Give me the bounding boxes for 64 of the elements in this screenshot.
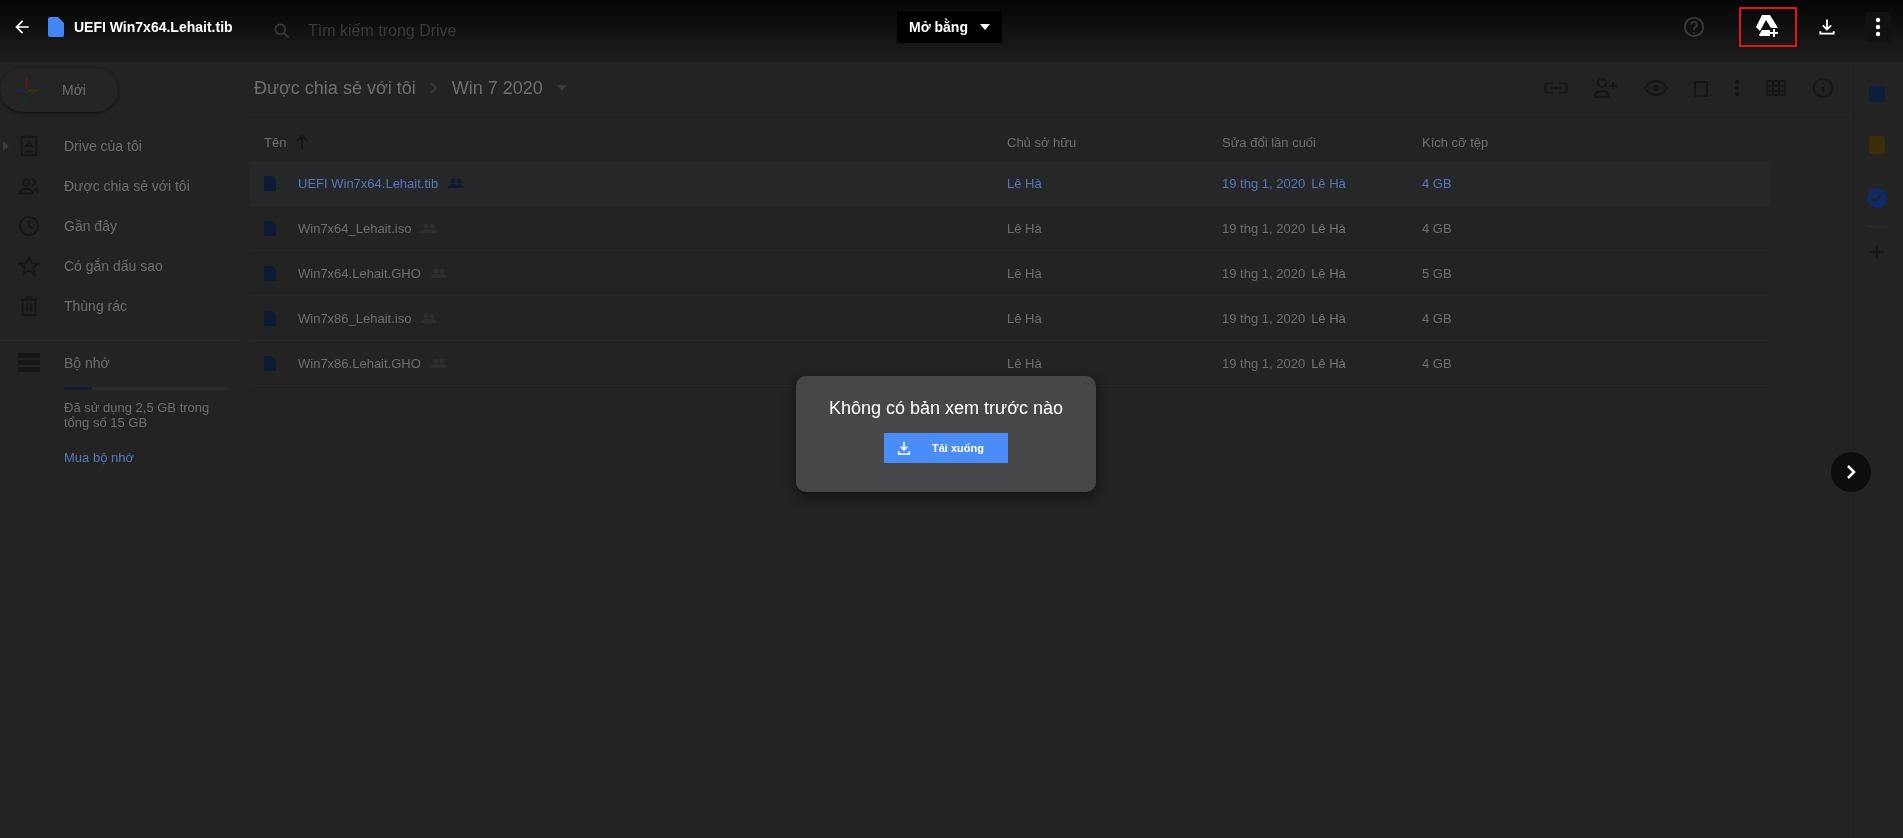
storage-label: Bộ nhớ: [64, 355, 110, 371]
modified-date-cell: 19 thg 1, 2020: [1222, 310, 1306, 326]
shared-icon: [448, 178, 465, 188]
open-with-button[interactable]: Mở bằng: [897, 11, 1002, 43]
current-folder[interactable]: Win 7 2020: [451, 77, 543, 99]
owner-cell: Lê Hà: [1007, 175, 1042, 191]
modified-by-cell: Lê Hà: [1311, 220, 1346, 236]
file-row[interactable]: Win7x64.Lehait.GHO Lê Hà 19 thg 1, 2020 Lê Hà 5 GB: [250, 251, 1770, 296]
size-cell: 4 GB: [1422, 355, 1452, 371]
file-name-cell: Win7x86_Lehait.iso: [298, 310, 412, 326]
plus-icon: [14, 78, 38, 102]
owner-cell: Lê Hà: [1007, 220, 1042, 236]
sidebar-item[interactable]: Có gắn dấu sao: [0, 246, 240, 286]
no-preview-message: Không có bản xem trước nào: [829, 398, 1063, 419]
check-circle-icon[interactable]: [1867, 188, 1887, 208]
caret-icon: [979, 24, 990, 30]
file-row[interactable]: Win7x64_Lehait.iso Lê Hà 19 thg 1, 2020 Lê Hà 4 GB: [250, 206, 1770, 251]
download-icon: [896, 440, 912, 456]
modified-date-cell: 19 thg 1, 2020: [1222, 265, 1306, 281]
column-header: Sửa đổi lần cuối: [1222, 134, 1316, 150]
file-name-cell: Win7x64_Lehait.iso: [298, 220, 412, 236]
modified-date-cell: 19 thg 1, 2020: [1222, 175, 1306, 191]
breadcrumb-link[interactable]: Được chia sẻ với tôi: [254, 77, 416, 99]
file-name-cell: UEFI Win7x64.Lehait.tib: [298, 175, 439, 191]
download-button[interactable]: Tải xuống: [884, 433, 1008, 463]
help-icon[interactable]: [1683, 16, 1705, 38]
sidebar-item[interactable]: Được chia sẻ với tôi: [0, 166, 240, 206]
sidebar-item[interactable]: Thùng rác: [0, 286, 240, 326]
file-name: UEFI Win7x64.Lehait.tib: [74, 19, 233, 35]
storage-usage-text: Đã sử dụng 2,5 GB trong tổng số 15 GB: [64, 400, 211, 430]
document-icon: [48, 17, 64, 37]
size-cell: 4 GB: [1422, 310, 1452, 326]
new-button[interactable]: Mới: [0, 68, 118, 112]
modified-date-cell: 19 thg 1, 2020: [1222, 355, 1306, 371]
owner-cell: Lê Hà: [1007, 355, 1042, 371]
file-row[interactable]: UEFI Win7x64.Lehait.tib Lê Hà 19 thg 1, 2020 Lê Hà 4 GB: [250, 161, 1770, 206]
buy-storage-link[interactable]: Mua bộ nhớ: [64, 450, 240, 465]
file-name-cell: Win7x64.Lehait.GHO: [298, 265, 421, 281]
column-header: Kích cỡ tệp: [1422, 134, 1489, 150]
size-cell: 4 GB: [1422, 220, 1452, 236]
modified-by-cell: Lê Hà: [1311, 355, 1346, 371]
sidebar-item[interactable]: Gần đây: [0, 206, 240, 246]
file-row[interactable]: Win7x86_Lehait.iso Lê Hà 19 thg 1, 2020 Lê Hà 4 GB: [250, 296, 1770, 341]
column-header[interactable]: Tên: [264, 134, 287, 150]
more-icon: [1875, 17, 1881, 37]
file-icon: [264, 175, 276, 191]
modified-by-cell: Lê Hà: [1311, 175, 1346, 191]
modified-by-cell: Lê Hà: [1311, 310, 1346, 326]
modified-date-cell: 19 thg 1, 2020: [1222, 220, 1306, 236]
next-button[interactable]: [1831, 452, 1871, 492]
modified-by-cell: Lê Hà: [1311, 265, 1346, 281]
sidebar-item[interactable]: Drive của tôi: [0, 126, 240, 166]
add-to-drive-icon[interactable]: [1755, 15, 1781, 39]
search-icon: [272, 21, 292, 41]
size-cell: 4 GB: [1422, 175, 1452, 191]
expand-icon[interactable]: [3, 141, 9, 151]
owner-cell: Lê Hà: [1007, 265, 1042, 281]
file-name-cell: Win7x86.Lehait.GHO: [298, 355, 421, 371]
download-icon[interactable]: [1817, 17, 1837, 37]
chevron-right-icon: [1846, 465, 1856, 479]
column-header: Chủ sở hữu: [1007, 134, 1077, 150]
size-cell: 5 GB: [1422, 265, 1452, 281]
owner-cell: Lê Hà: [1007, 310, 1042, 326]
note-icon[interactable]: [1869, 136, 1885, 154]
